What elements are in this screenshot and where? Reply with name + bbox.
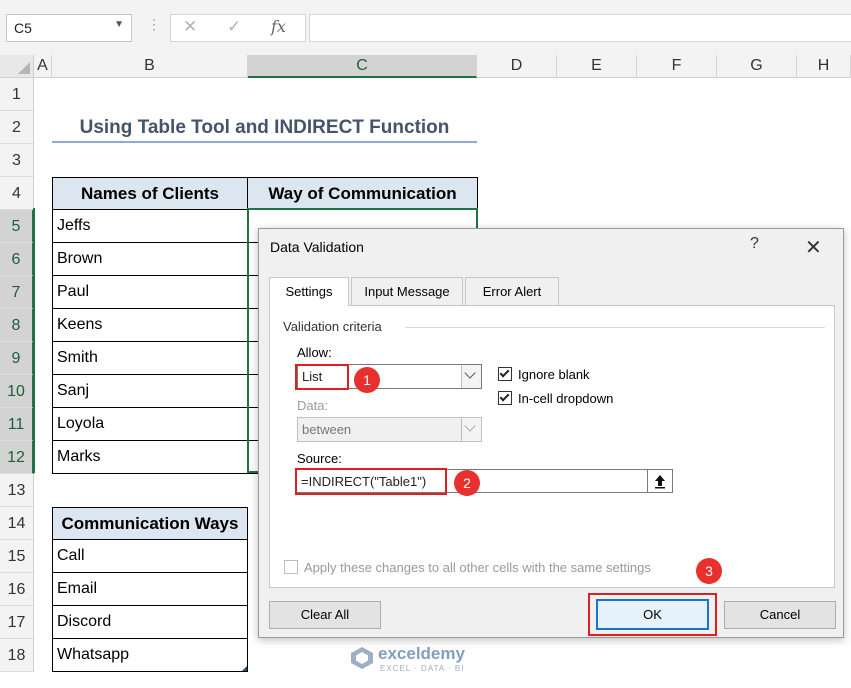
table2-header[interactable]: Communication Ways (52, 507, 248, 540)
ignore-blank-label: Ignore blank (518, 367, 590, 382)
row-header-1[interactable]: 1 (0, 78, 34, 111)
chevron-down-icon (464, 420, 476, 432)
annotation-badge-1: 1 (354, 367, 380, 393)
row-header-4[interactable]: 4 (0, 177, 34, 210)
data-value: between (302, 422, 352, 437)
checkmark-icon (499, 367, 510, 378)
column-header-f[interactable]: F (637, 55, 717, 78)
communication-way-cell[interactable]: Call (52, 540, 248, 573)
watermark-tagline: EXCEL · DATA · BI (380, 664, 465, 673)
client-cell[interactable]: Brown (52, 243, 248, 276)
tab-error-alert[interactable]: Error Alert (465, 277, 559, 305)
column-header-c[interactable]: C (248, 55, 477, 78)
row-header-2[interactable]: 2 (0, 111, 34, 144)
validation-criteria-label: Validation criteria (283, 319, 382, 334)
communication-way-cell[interactable]: Discord (52, 606, 248, 639)
client-cell[interactable]: Jeffs (52, 210, 248, 243)
settings-panel: Validation criteria Allow: List Ignore b… (269, 305, 835, 588)
help-icon[interactable]: ? (750, 235, 759, 253)
watermark: exceldemy EXCEL · DATA · BI (350, 642, 510, 676)
communication-way-cell[interactable]: Email (52, 573, 248, 606)
data-validation-dialog: Data Validation ? ✕ Settings Input Messa… (258, 228, 844, 638)
allow-dropdown-button[interactable] (461, 365, 481, 388)
chevron-down-icon[interactable]: ▼ (114, 19, 124, 30)
row-header-17[interactable]: 17 (0, 606, 34, 639)
cancel-button[interactable]: Cancel (724, 601, 836, 629)
allow-highlight (295, 364, 349, 390)
communication-way-cell[interactable]: Whatsapp (52, 639, 248, 672)
checkmark-icon (499, 391, 510, 402)
data-dropdown-button (461, 418, 481, 441)
row-header-15[interactable]: 15 (0, 540, 34, 573)
close-icon[interactable]: ✕ (805, 235, 822, 260)
client-cell[interactable]: Smith (52, 342, 248, 375)
exceldemy-logo-icon (351, 647, 373, 669)
row-header-12[interactable]: 12 (0, 441, 34, 474)
row-header-18[interactable]: 18 (0, 639, 34, 672)
annotation-badge-2: 2 (454, 470, 480, 496)
client-cell[interactable]: Sanj (52, 375, 248, 408)
name-box-value: C5 (14, 20, 32, 36)
dialog-title: Data Validation (270, 239, 364, 255)
column-header-d[interactable]: D (477, 55, 557, 78)
row-header-9[interactable]: 9 (0, 342, 34, 375)
source-highlight (295, 468, 447, 495)
name-box[interactable]: C5 ▼ (6, 14, 132, 42)
in-cell-dropdown-checkbox[interactable] (498, 391, 512, 405)
row-header-7[interactable]: 7 (0, 276, 34, 309)
client-cell[interactable]: Keens (52, 309, 248, 342)
formula-input[interactable] (309, 14, 851, 42)
row-header-16[interactable]: 16 (0, 573, 34, 606)
ignore-blank-checkbox[interactable] (498, 367, 512, 381)
apply-all-checkbox (284, 560, 298, 574)
row-selection-indicator (33, 208, 35, 473)
column-header-h[interactable]: H (797, 55, 851, 78)
in-cell-dropdown-label: In-cell dropdown (518, 391, 614, 406)
column-header-g[interactable]: G (717, 55, 797, 78)
annotation-badge-3: 3 (696, 558, 722, 584)
table1-header-clients[interactable]: Names of Clients (52, 177, 248, 210)
formula-bar-buttons: ✕ ✓ fx (170, 14, 306, 42)
select-all-corner[interactable] (0, 55, 34, 78)
collapse-dialog-button[interactable] (647, 469, 673, 493)
row-header-10[interactable]: 10 (0, 375, 34, 408)
sheet-title: Using Table Tool and INDIRECT Function (52, 113, 477, 143)
row-header-6[interactable]: 6 (0, 243, 34, 276)
column-header-b[interactable]: B (52, 55, 248, 78)
row-header-8[interactable]: 8 (0, 309, 34, 342)
more-icon: ⋮ (147, 16, 161, 32)
chevron-down-icon (464, 367, 476, 379)
row-header-13[interactable]: 13 (0, 474, 34, 507)
client-cell[interactable]: Marks (52, 441, 248, 474)
select-all-icon (18, 62, 30, 74)
row-header-3[interactable]: 3 (0, 144, 34, 177)
apply-all-label: Apply these changes to all other cells w… (304, 560, 651, 575)
data-select: between (297, 417, 482, 442)
row-header-11[interactable]: 11 (0, 408, 34, 441)
client-cell[interactable]: Paul (52, 276, 248, 309)
client-cell[interactable]: Loyola (52, 408, 248, 441)
tab-input-message[interactable]: Input Message (351, 277, 463, 305)
column-header-e[interactable]: E (557, 55, 637, 78)
function-icon[interactable]: fx (271, 17, 286, 36)
column-header-a[interactable]: A (34, 55, 52, 78)
check-icon[interactable]: ✓ (227, 17, 241, 37)
cancel-icon[interactable]: ✕ (183, 17, 197, 37)
tab-settings[interactable]: Settings (269, 277, 349, 306)
watermark-name: exceldemy (378, 644, 465, 663)
data-label: Data: (297, 398, 329, 413)
table-resize-handle[interactable] (242, 666, 247, 671)
upload-arrow-icon (655, 475, 665, 489)
ok-button[interactable]: OK (596, 599, 709, 630)
row-header-5[interactable]: 5 (0, 210, 34, 243)
table1-header-communication[interactable]: Way of Communication (247, 177, 478, 210)
allow-label: Allow: (297, 345, 332, 360)
source-label: Source: (297, 451, 342, 466)
criteria-divider (405, 327, 825, 328)
row-header-14[interactable]: 14 (0, 507, 34, 540)
formula-bar: C5 ▼ ⋮ ✕ ✓ fx (0, 0, 851, 55)
clear-all-button[interactable]: Clear All (269, 601, 381, 629)
